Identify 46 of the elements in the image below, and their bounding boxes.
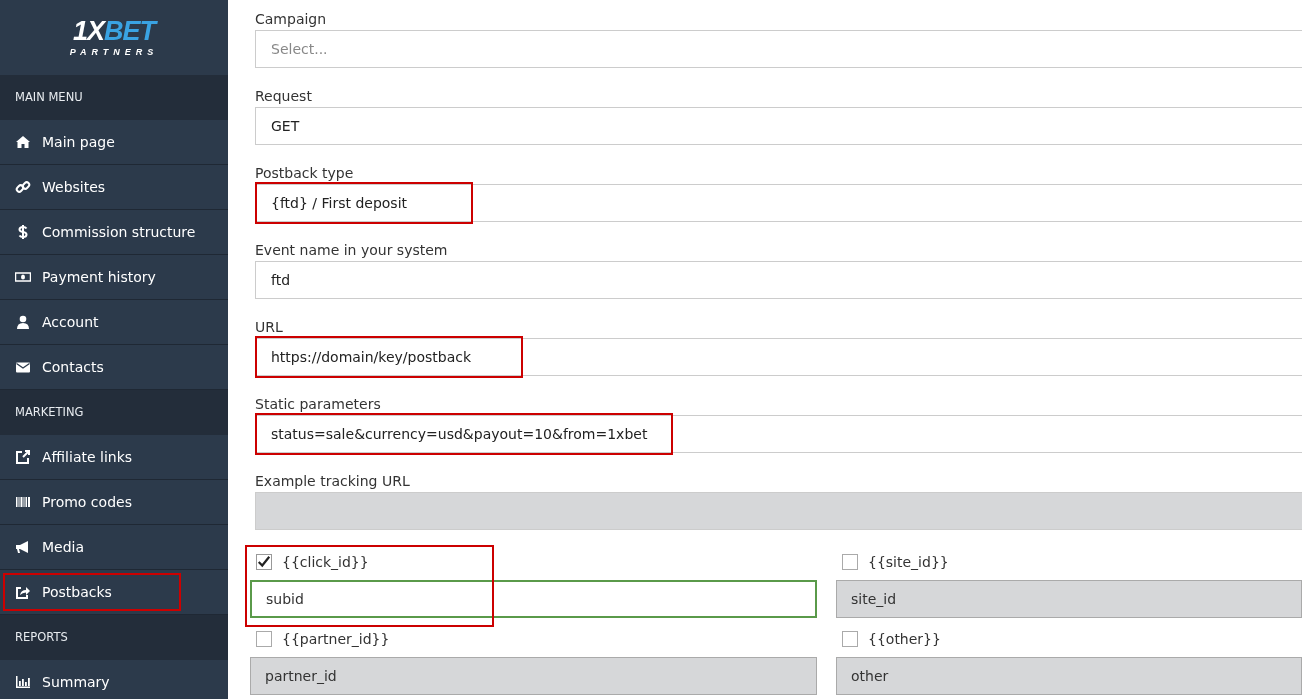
share-icon	[15, 584, 31, 600]
checkbox[interactable]	[842, 631, 858, 647]
checkbox[interactable]	[842, 554, 858, 570]
menu-item[interactable]: Affiliate links	[3, 438, 145, 476]
user-icon	[15, 314, 31, 330]
menu-item[interactable]: Postbacks	[3, 573, 181, 611]
external-link-icon	[15, 449, 31, 465]
menu-item[interactable]: Promo codes	[3, 483, 144, 521]
field-label: Event name in your system	[255, 241, 449, 260]
menu-item[interactable]: Media	[3, 528, 97, 566]
field-label: URL	[255, 318, 284, 337]
logo: 1XBET PARTNERS	[68, 15, 160, 59]
input-field[interactable]: {ftd} / First deposit	[255, 184, 1302, 222]
input-field[interactable]: subid	[250, 580, 817, 618]
parameter-label: {{click_id}}	[282, 554, 369, 570]
menu-item[interactable]: Main page	[3, 123, 127, 161]
menu-item[interactable]: Websites	[3, 168, 118, 206]
menu-item[interactable]: Contacts	[3, 348, 116, 386]
section-header: MAIN MENU	[0, 75, 228, 120]
checkbox[interactable]	[256, 554, 272, 570]
barcode-icon	[15, 494, 31, 510]
bar-chart-icon	[15, 674, 31, 690]
parameter-label: {{partner_id}}	[282, 631, 390, 647]
input-field[interactable]: status=sale&currency=usd&payout=10&from=1xbet	[255, 415, 1302, 453]
banknote-icon	[15, 269, 31, 285]
section-header: MARKETING	[0, 390, 228, 435]
menu-item[interactable]: Commission structure	[3, 213, 208, 251]
section-header: REPORTS	[0, 615, 228, 660]
field-label: Example tracking URL	[255, 472, 411, 491]
field-label: Static parameters	[255, 395, 382, 414]
menu-item[interactable]: Account	[3, 303, 111, 341]
parameter-label: {{other}}	[868, 631, 941, 647]
megaphone-icon	[15, 539, 31, 555]
input-field[interactable]: ftd	[255, 261, 1302, 299]
checkbox[interactable]	[256, 631, 272, 647]
input-field[interactable]: Select...	[255, 30, 1302, 68]
menu-item[interactable]: Payment history	[3, 258, 168, 296]
field-label: Campaign	[255, 10, 328, 29]
parameter-label: {{site_id}}	[868, 554, 949, 570]
field-label: Postback type	[255, 164, 355, 183]
home-icon	[15, 134, 31, 150]
link-icon	[15, 179, 31, 195]
input-field[interactable]: https://domain/key/postback	[255, 338, 1302, 376]
menu-item[interactable]: Summary	[3, 663, 122, 699]
input-field[interactable]: GET	[255, 107, 1302, 145]
field-label: Request	[255, 87, 313, 106]
